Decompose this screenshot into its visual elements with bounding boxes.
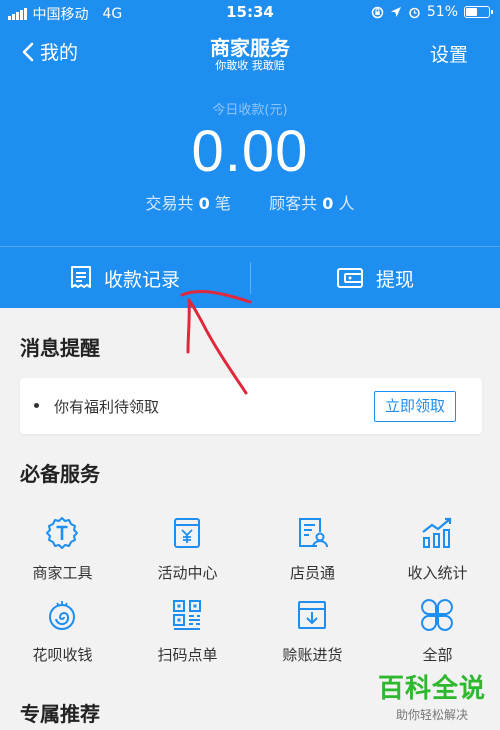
staff-icon — [299, 518, 328, 548]
location-icon — [390, 7, 401, 17]
alarm-icon — [409, 7, 420, 18]
activity-center-icon — [174, 518, 200, 548]
service-credit-purchase[interactable]: 赊账进货 — [250, 594, 375, 670]
recommend-title: 专属推荐 — [20, 702, 100, 726]
service-label: 收入统计 — [407, 564, 468, 582]
service-label: 商家工具 — [32, 564, 93, 582]
service-staff[interactable]: 店员通 — [250, 512, 375, 588]
income-stats: 交易共 0 笔 顾客共 0 人 — [0, 190, 500, 214]
notice-text: 你有福利待领取 — [54, 398, 160, 416]
receipt-icon — [70, 266, 91, 288]
service-label: 花呗收钱 — [32, 646, 93, 664]
income-stats-icon — [422, 517, 452, 548]
qr-order-icon — [173, 600, 201, 630]
messages-title: 消息提醒 — [20, 336, 100, 360]
service-merchant-tools[interactable]: 商家工具 — [0, 512, 125, 588]
wallet-icon — [336, 268, 363, 288]
watermark-logo: 百科全说 助你轻松解决 — [378, 668, 486, 723]
transactions-suffix: 笔 — [214, 194, 231, 213]
customers-suffix: 人 — [338, 194, 355, 213]
all-services-icon — [421, 599, 453, 631]
withdraw-button[interactable]: 提现 — [250, 248, 500, 308]
header-panel: 中国移动 4G 15:34 51% 我的 商家服务 你敢收 我敢赔 设置 今日收… — [0, 0, 500, 308]
service-label: 全部 — [422, 646, 453, 664]
service-qr-order[interactable]: 扫码点单 — [125, 594, 250, 670]
service-label: 店员通 — [289, 564, 335, 582]
customers-prefix: 顾客共 — [269, 194, 318, 213]
merchant-tools-icon — [46, 517, 78, 549]
service-label: 活动中心 — [157, 564, 218, 582]
battery-percent: 51% — [426, 4, 458, 20]
credit-purchase-icon — [298, 601, 326, 629]
income-amount: 0.00 — [191, 119, 309, 184]
service-label: 赊账进货 — [282, 646, 343, 664]
payment-records-label: 收款记录 — [103, 268, 180, 291]
income-label: 今日收款(元) — [212, 103, 288, 118]
withdraw-label: 提现 — [375, 268, 414, 291]
settings-button[interactable]: 设置 — [430, 40, 468, 67]
customers-count: 0 — [322, 194, 334, 213]
service-income-stats[interactable]: 收入统计 — [375, 512, 500, 588]
rotation-lock-icon — [371, 6, 384, 18]
service-huabei[interactable]: 花呗收钱 — [0, 594, 125, 670]
page-subtitle: 你敢收 我敢赔 — [215, 59, 285, 72]
claim-now-button[interactable]: 立即领取 — [373, 391, 456, 422]
payment-records-button[interactable]: 收款记录 — [0, 248, 250, 308]
service-all[interactable]: 全部 — [375, 594, 500, 670]
transactions-prefix: 交易共 — [145, 194, 194, 213]
header-divider — [0, 246, 500, 247]
bullet-dot — [34, 403, 39, 408]
service-activity-center[interactable]: 活动中心 — [125, 512, 250, 588]
watermark-subtitle: 助你轻松解决 — [395, 708, 468, 722]
battery-icon — [464, 6, 493, 18]
service-label: 扫码点单 — [157, 646, 218, 664]
services-title: 必备服务 — [20, 462, 100, 486]
huabei-icon — [49, 601, 75, 630]
status-bar: 中国移动 4G 15:34 51% — [0, 0, 500, 26]
notice-card[interactable]: 你有福利待领取 立即领取 — [20, 378, 482, 434]
transactions-count: 0 — [198, 194, 210, 213]
watermark-title: 百科全说 — [377, 674, 486, 704]
